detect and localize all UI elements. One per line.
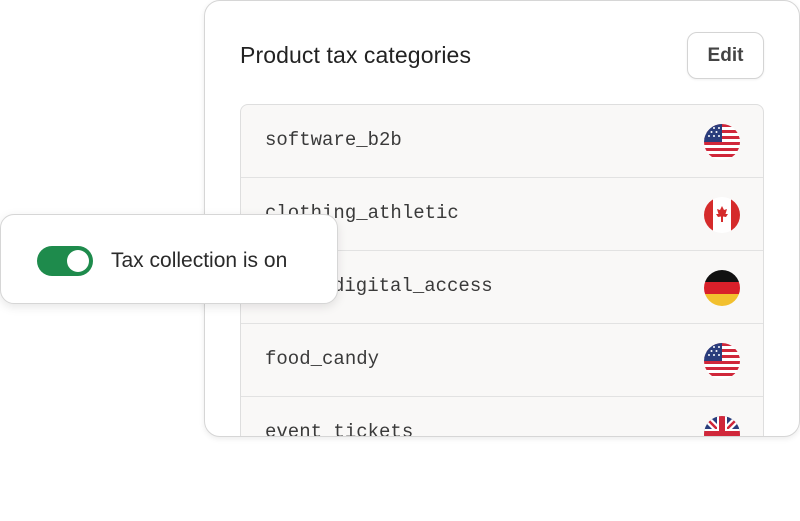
category-label: digital_access [333,275,493,297]
category-label: event_tickets [265,421,414,437]
uk-flag-icon [703,415,741,436]
us-flag-icon [703,123,741,161]
category-label: food_candy [265,348,380,370]
germany-flag-icon [703,269,741,307]
panel-title: Product tax categories [240,42,472,68]
us-flag-icon [703,342,741,380]
toggle-knob [67,250,89,272]
canada-flag-icon [703,196,741,234]
list-item[interactable]: food_candy [241,324,763,397]
list-item[interactable]: software_b2b [241,105,763,178]
tax-collection-label: Tax collection is on [111,249,288,272]
list-item[interactable]: event_tickets [241,397,763,437]
tax-collection-toggle[interactable] [37,246,93,276]
tax-collection-card: Tax collection is on [0,214,338,304]
edit-button[interactable]: Edit [687,32,764,79]
category-label: software_b2b [265,129,402,151]
